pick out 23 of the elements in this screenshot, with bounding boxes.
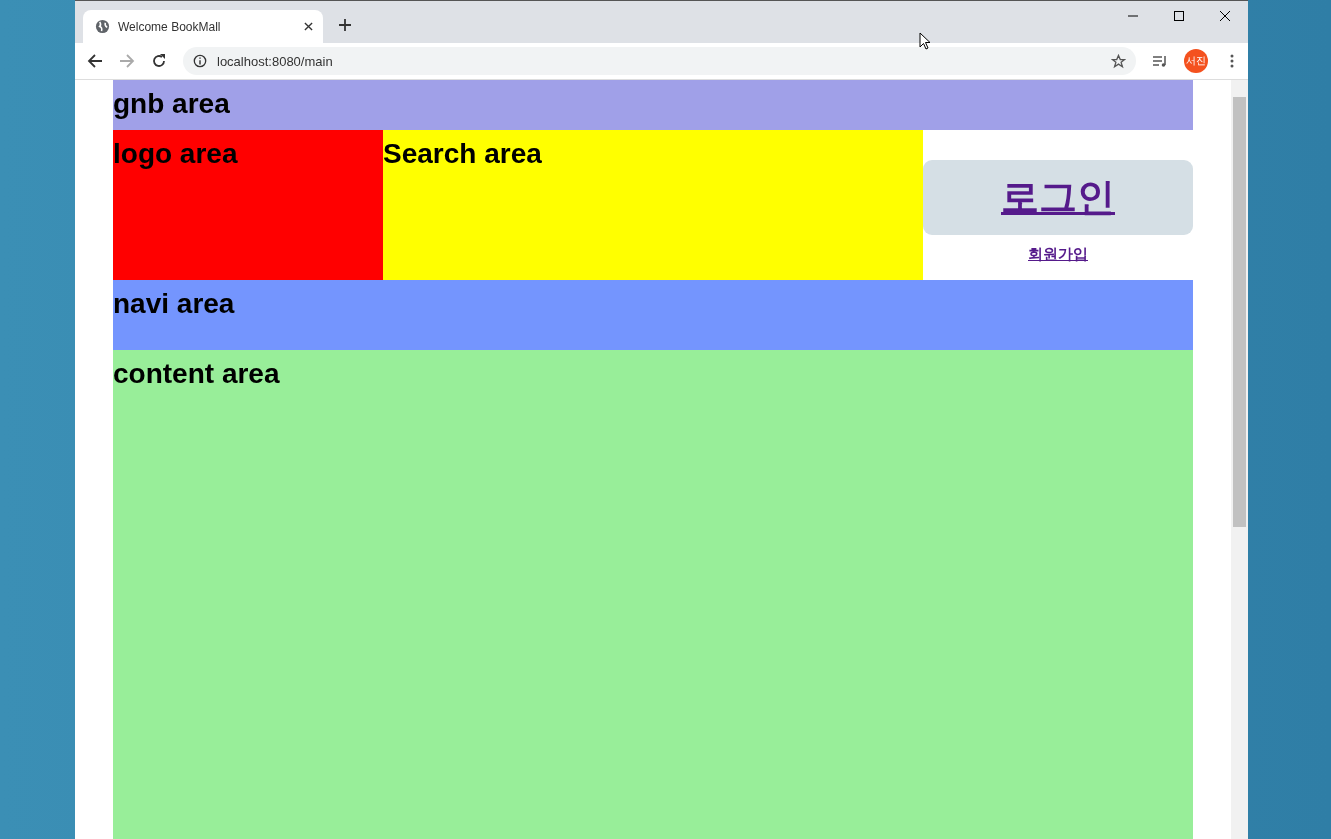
- browser-tab[interactable]: Welcome BookMall: [83, 10, 323, 43]
- media-queue-icon[interactable]: [1152, 53, 1168, 69]
- info-icon: [193, 54, 207, 68]
- gnb-heading: gnb area: [113, 87, 230, 121]
- back-arrow-icon[interactable]: [87, 53, 103, 69]
- mouse-cursor-icon: [919, 32, 931, 50]
- address-bar[interactable]: localhost:8080/main: [183, 47, 1136, 75]
- plus-icon[interactable]: [339, 19, 351, 31]
- tab-title: Welcome BookMall: [118, 19, 222, 34]
- close-icon[interactable]: [1220, 11, 1230, 21]
- content-heading: content area: [113, 357, 280, 391]
- navi-heading: navi area: [113, 287, 235, 321]
- url-text: localhost:8080/main: [217, 53, 333, 69]
- globe-icon: [95, 19, 110, 34]
- reload-icon[interactable]: [151, 53, 167, 69]
- logo-heading: logo area: [113, 137, 238, 171]
- scrollbar[interactable]: [1231, 80, 1248, 839]
- close-icon[interactable]: [304, 22, 313, 31]
- signup-link[interactable]: 회원가입: [1028, 245, 1088, 264]
- star-icon[interactable]: [1111, 53, 1126, 69]
- maximize-icon[interactable]: [1174, 11, 1184, 21]
- login-button[interactable]: 로그인: [923, 160, 1193, 235]
- search-heading: Search area: [383, 137, 542, 171]
